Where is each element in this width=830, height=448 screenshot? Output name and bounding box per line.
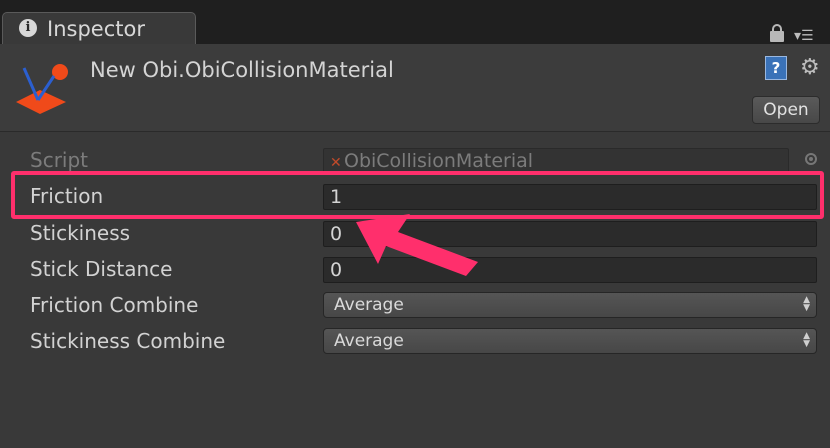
tab-label: Inspector [47, 17, 145, 41]
friction-combine-dropdown[interactable]: Average ▲ ▼ [323, 292, 817, 318]
friction-combine-label: Friction Combine [30, 293, 199, 317]
dropdown-arrows-icon: ▲ ▼ [803, 295, 810, 313]
stickiness-combine-label: Stickiness Combine [30, 329, 226, 353]
tab-bar: i Inspector ▾☰ [0, 0, 830, 44]
open-button[interactable]: Open [752, 96, 820, 124]
lock-icon[interactable] [770, 24, 784, 42]
gear-icon[interactable]: ⚙ [800, 56, 820, 80]
stick-distance-label: Stick Distance [30, 257, 173, 281]
stickiness-combine-dropdown[interactable]: Average ▲ ▼ [323, 328, 817, 354]
dropdown-arrows-icon: ▲ ▼ [803, 331, 810, 349]
obi-collision-material-icon [16, 64, 68, 114]
stick-distance-input[interactable]: 0 [323, 257, 817, 283]
context-menu-icon[interactable]: ▾☰ [794, 28, 828, 44]
tab-inspector[interactable]: i Inspector [2, 12, 196, 44]
stickiness-combine-value: Average [334, 331, 404, 351]
stickiness-input[interactable]: 0 [323, 221, 817, 247]
script-label: Script [30, 148, 89, 172]
inspector-header: New Obi.ObiCollisionMaterial ? ⚙ Open [0, 44, 830, 132]
friction-combine-value: Average [334, 295, 404, 315]
object-picker-icon[interactable] [805, 153, 817, 165]
info-icon: i [19, 19, 37, 37]
asset-title: New Obi.ObiCollisionMaterial [90, 58, 394, 82]
help-book-icon[interactable]: ? [765, 56, 787, 80]
script-value: ObiCollisionMaterial [344, 150, 534, 172]
annotation-highlight-box [11, 171, 824, 219]
stickiness-label: Stickiness [30, 221, 131, 245]
